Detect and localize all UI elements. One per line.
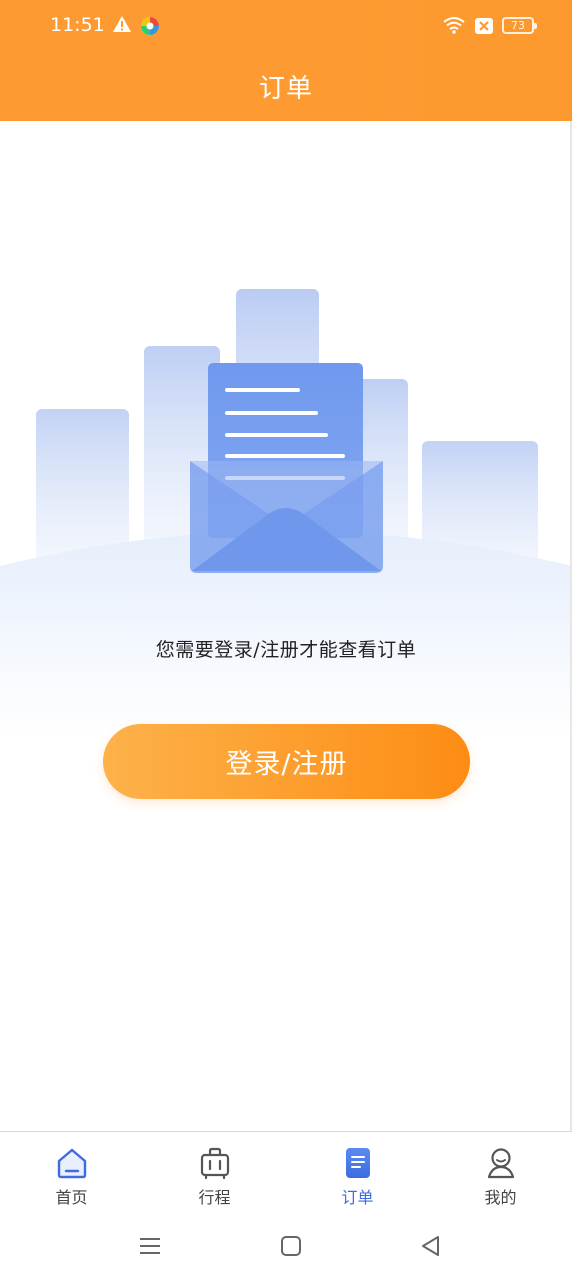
tab-home[interactable]: 首页 — [0, 1132, 143, 1214]
page-title: 订单 — [258, 74, 313, 104]
main-content: 您需要登录/注册才能查看订单 登录/注册 — [0, 121, 572, 1131]
status-time: 11:51 — [50, 14, 105, 36]
header: 11:51 73 订单 — [0, 0, 572, 121]
luggage-icon — [200, 1147, 229, 1180]
tab-label: 我的 — [484, 1188, 517, 1207]
order-list-icon — [345, 1148, 370, 1178]
login-prompt-text: 您需要登录/注册才能查看订单 — [155, 639, 417, 661]
wifi-icon — [443, 17, 465, 34]
menu-icon[interactable] — [137, 1233, 163, 1259]
tab-profile[interactable]: 我的 — [429, 1132, 572, 1214]
user-icon — [487, 1148, 514, 1179]
tab-orders[interactable]: 订单 — [286, 1132, 429, 1214]
warning-icon — [113, 16, 131, 32]
tab-label: 行程 — [198, 1188, 231, 1207]
tab-label: 订单 — [341, 1188, 374, 1207]
system-navigation-bar — [0, 1213, 572, 1280]
login-register-button[interactable]: 登录/注册 — [103, 724, 470, 799]
home-icon — [57, 1148, 86, 1179]
home-square-icon[interactable] — [278, 1233, 304, 1259]
bottom-tabbar: 首页 行程 订单 我的 — [0, 1131, 572, 1213]
app-notification-icon — [141, 17, 159, 35]
battery-indicator: 73 — [502, 17, 537, 34]
no-sim-icon — [475, 18, 493, 34]
tab-label: 首页 — [55, 1188, 88, 1207]
empty-mail-illustration — [0, 289, 572, 741]
back-triangle-icon[interactable] — [418, 1233, 444, 1259]
status-bar: 11:51 73 — [0, 0, 572, 52]
tab-trip[interactable]: 行程 — [143, 1132, 286, 1214]
